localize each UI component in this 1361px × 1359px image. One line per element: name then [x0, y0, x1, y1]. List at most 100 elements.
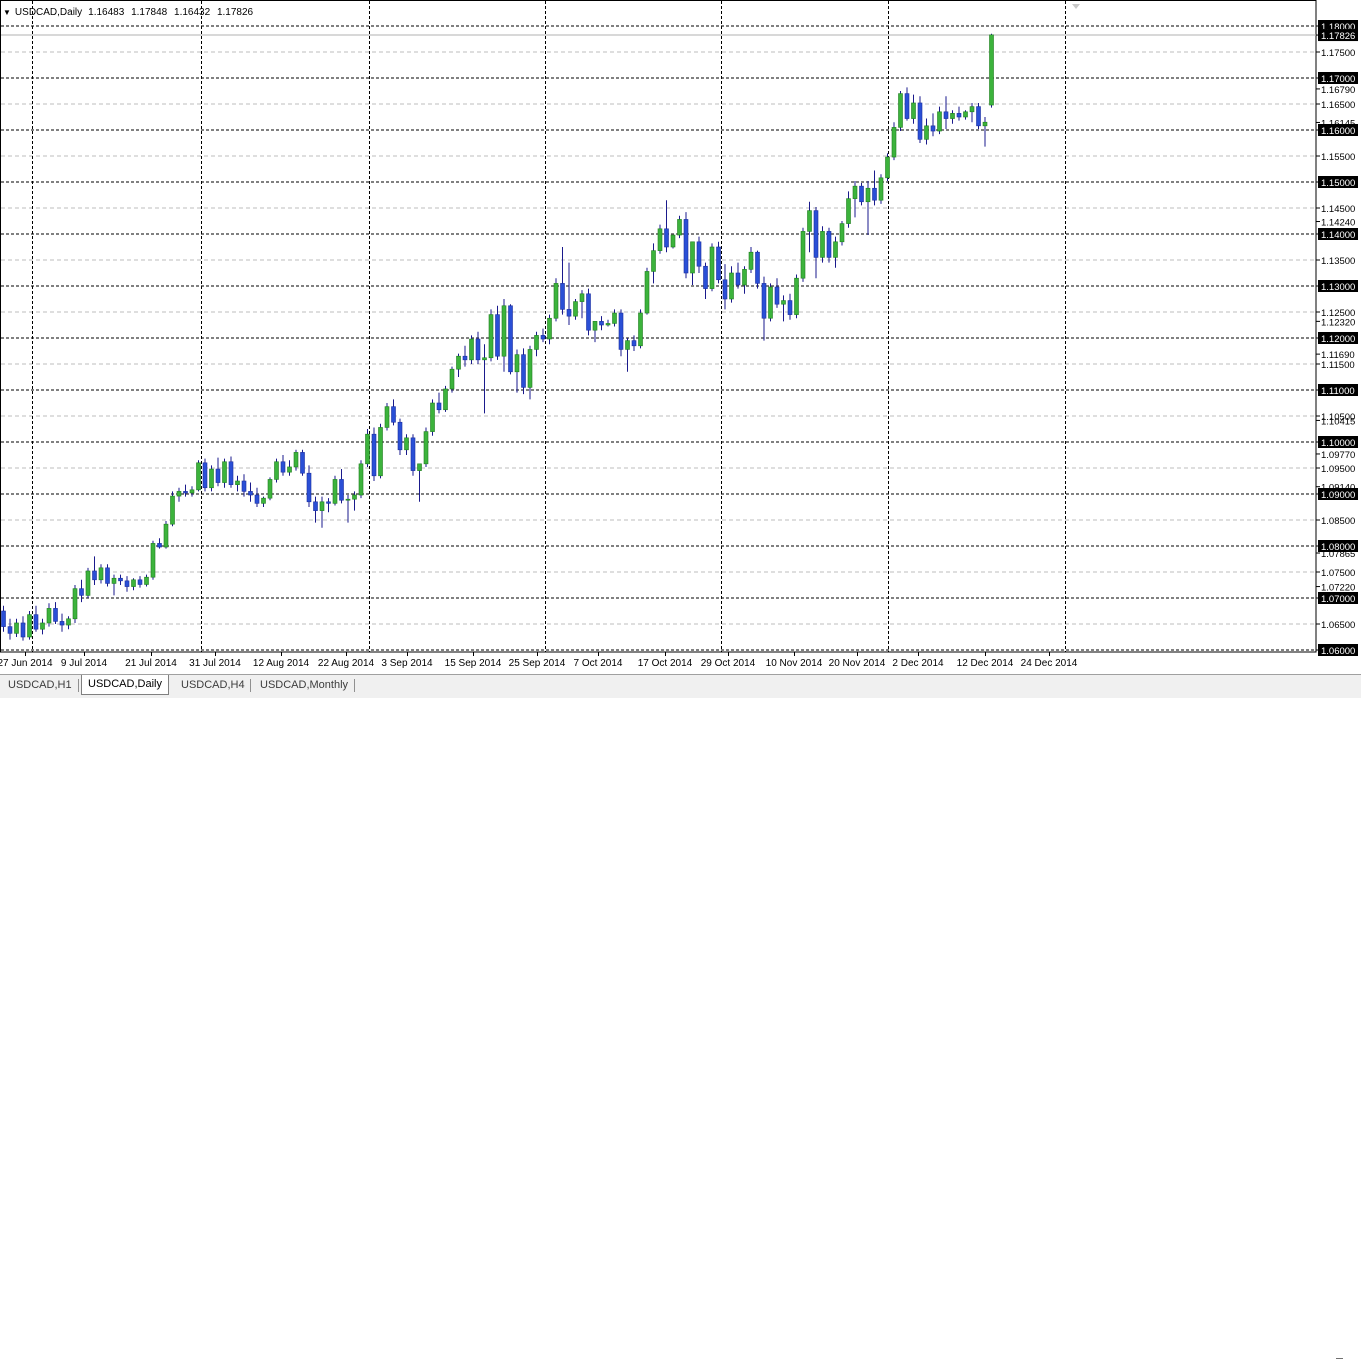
candle-body [235, 480, 240, 485]
candle-body [111, 577, 117, 584]
candle-body [53, 608, 58, 622]
current-price-label: 1.17826 [1321, 31, 1355, 42]
candle-body [625, 340, 630, 350]
candle-body [72, 588, 78, 620]
ohlc-readout: 1.16483 1.17848 1.16432 1.17826 [88, 7, 257, 18]
y-axis-label: 1.13500 [1321, 256, 1355, 267]
x-axis-label: 20 Nov 2014 [829, 658, 886, 669]
candle-body [40, 622, 45, 630]
x-axis-label: 3 Sep 2014 [381, 658, 433, 669]
candle-body [768, 286, 773, 319]
candle-body [384, 406, 390, 428]
candle-body [326, 501, 331, 504]
y-axis-label: 1.06000 [1321, 646, 1355, 657]
candle-body [254, 494, 260, 504]
candle-body [716, 246, 721, 281]
candle-body [657, 228, 663, 251]
candle-body [748, 251, 754, 270]
chart-tab-bar: USDCAD,H1 USDCAD,Daily USDCAD,H4 USDCAD,… [0, 674, 1361, 1359]
candle-body [735, 272, 741, 286]
high-value: 1.17848 [131, 6, 168, 18]
candle-body [976, 106, 981, 127]
x-axis-label: 15 Sep 2014 [445, 658, 502, 669]
candle-body [917, 102, 923, 140]
candle-body [722, 279, 728, 300]
candle-body [852, 185, 858, 199]
candle-body [261, 497, 266, 504]
candle-body [98, 567, 104, 581]
candle-body [105, 567, 110, 584]
x-axis-label: 10 Nov 2014 [766, 658, 823, 669]
candle-body [989, 34, 994, 106]
candle-body [781, 300, 786, 305]
candle-body [618, 312, 624, 350]
plot-frame [0, 0, 1317, 653]
candle-body [540, 335, 546, 340]
candle-body [352, 494, 357, 500]
candle-body [579, 293, 585, 302]
price-chart[interactable]: 1.180001.178261.175001.170001.167901.165… [0, 0, 1361, 674]
x-axis-label: 17 Oct 2014 [638, 658, 693, 669]
candle-body [157, 543, 162, 548]
candle-body [131, 579, 136, 587]
candle-body [872, 187, 877, 201]
tab-usdcad-h1[interactable]: USDCAD,H1 [2, 677, 78, 694]
candle-body [59, 621, 65, 626]
candle-body [339, 479, 344, 501]
candle-body [664, 228, 669, 248]
candle-body [605, 323, 611, 326]
candle-body [423, 431, 429, 465]
candle-body [826, 231, 832, 258]
candle-body [293, 452, 299, 468]
candle-body [521, 354, 526, 388]
y-axis-label: 1.17000 [1321, 74, 1355, 85]
candle-body [644, 271, 650, 314]
candle-body [833, 241, 838, 258]
candle-body [865, 187, 871, 203]
y-axis-label: 1.16790 [1321, 85, 1355, 96]
candle-body [859, 185, 864, 203]
tab-separator [354, 679, 355, 692]
candle-body [846, 198, 851, 224]
y-axis-label: 1.12000 [1321, 334, 1355, 345]
candle-body [391, 406, 396, 423]
candle-body [196, 462, 201, 491]
candle-body [144, 576, 149, 585]
y-axis-label: 1.09000 [1321, 490, 1355, 501]
candle-body [729, 272, 734, 300]
candle-body [163, 523, 169, 548]
candle-body [137, 579, 143, 585]
candle-body [280, 461, 286, 473]
candle-body [891, 127, 897, 158]
candle-body [417, 463, 422, 471]
candle-body [124, 580, 130, 587]
chart-menu-icon[interactable]: ▼ [3, 8, 11, 17]
candle-body [527, 349, 533, 388]
y-axis-label: 1.10415 [1321, 416, 1355, 427]
candle-body [313, 501, 318, 511]
y-axis-label: 1.14500 [1321, 204, 1355, 215]
candle-body [27, 614, 32, 638]
y-axis-label: 1.14240 [1321, 218, 1355, 229]
candle-body [612, 312, 617, 324]
x-axis-label: 24 Dec 2014 [1021, 658, 1078, 669]
candle-body [547, 317, 552, 340]
x-axis-label: 22 Aug 2014 [318, 658, 375, 669]
candle-body [553, 283, 559, 319]
candle-body [20, 622, 26, 638]
y-axis-label: 1.09770 [1321, 450, 1355, 461]
candle-body [807, 210, 812, 232]
tab-usdcad-monthly[interactable]: USDCAD,Monthly [254, 677, 354, 694]
candle-body [638, 312, 643, 347]
candle-body [631, 340, 637, 347]
chart-window[interactable]: 1.18000 1.17826 1.17500 1.17000 1.16790 1.165… [0, 0, 1361, 1359]
candle-body [202, 462, 208, 489]
candle-body [475, 338, 481, 361]
candle-body [982, 121, 988, 127]
candle-body [7, 626, 13, 634]
tab-usdcad-h4[interactable]: USDCAD,H4 [175, 677, 251, 694]
tab-usdcad-daily[interactable]: USDCAD,Daily [81, 675, 169, 695]
candle-body [514, 354, 520, 373]
candle-body [404, 437, 409, 451]
candle-body [904, 93, 910, 119]
